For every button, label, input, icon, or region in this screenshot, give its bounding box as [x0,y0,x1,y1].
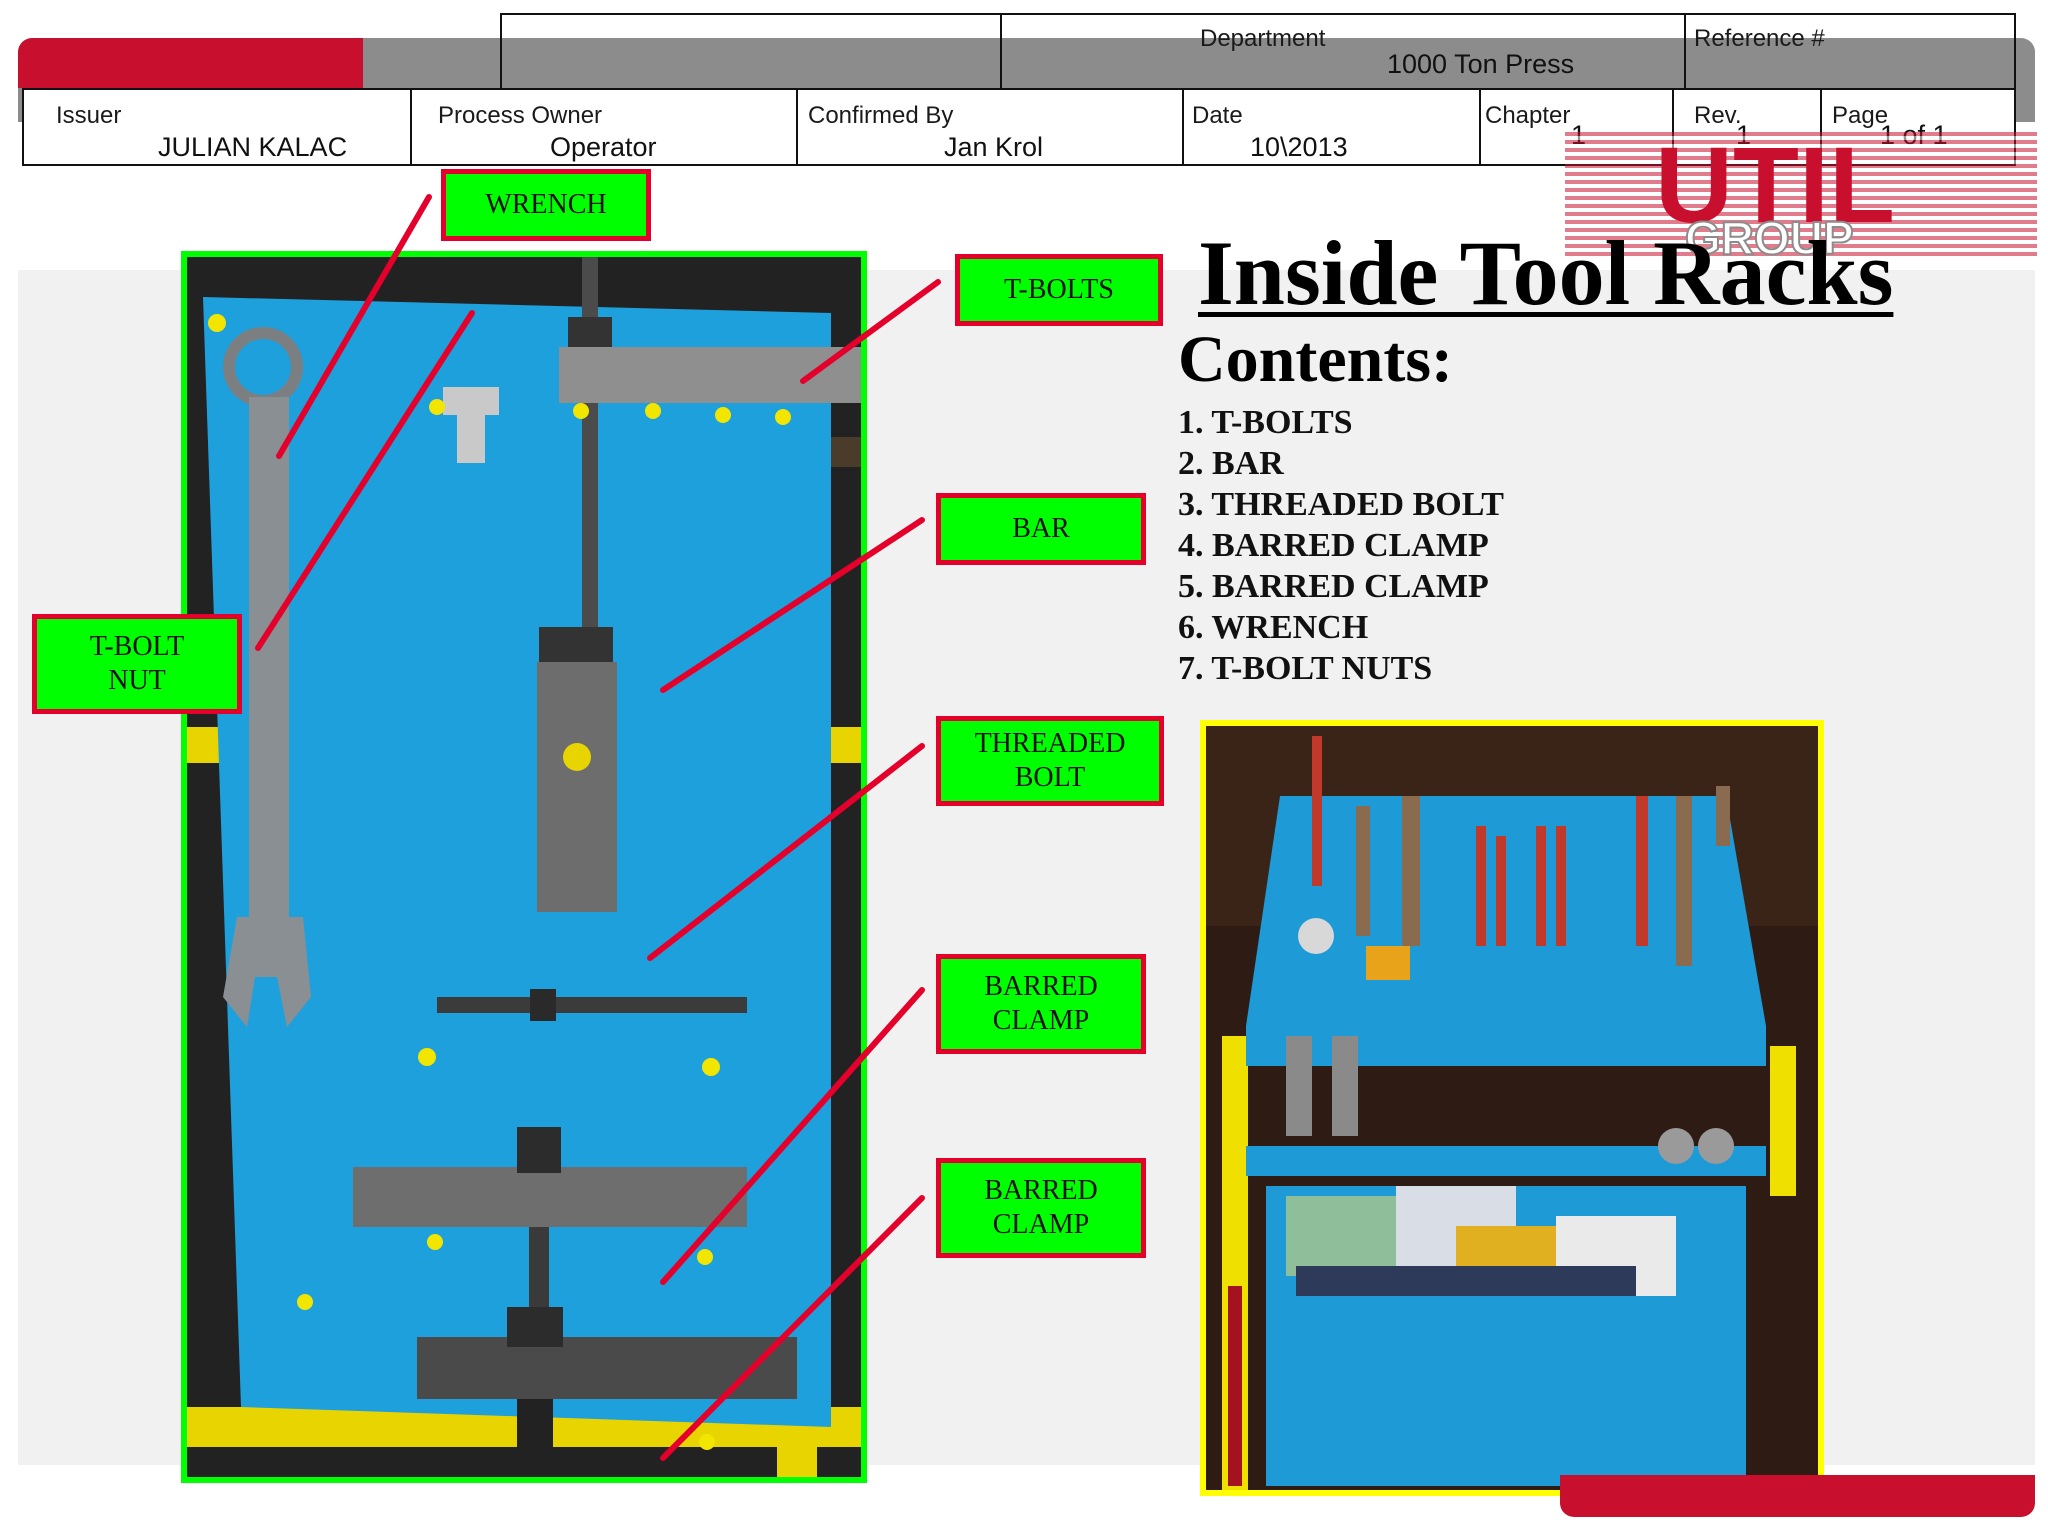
list-item: 2. BAR [1178,445,1284,482]
issuer-value: JULIAN KALAC [158,132,348,162]
date-label: Date [1192,102,1243,129]
issuer-label: Issuer [56,102,122,129]
process-owner-value: Operator [550,132,657,162]
chapter-label: Chapter [1485,102,1571,129]
header-cell-blank-1 [500,13,1002,90]
header-cell-date: Date 10\2013 [1182,88,1481,166]
department-label: Department [1200,25,1326,52]
tool-rack-photo [181,251,867,1483]
header-cell-department: Department 1000 Ton Press [1000,13,1686,90]
header-cell-reference: Reference # [1684,13,2016,90]
bar-icon [537,627,617,912]
rev-label: Rev. [1694,102,1742,129]
barred-clamp-callout-1: BARRED CLAMP [936,954,1146,1054]
confirmed-by-value: Jan Krol [944,132,1044,162]
date-value: 10\2013 [1250,132,1348,162]
process-owner-label: Process Owner [438,102,603,129]
list-item: 4. BARRED CLAMP [1178,527,1489,564]
confirmed-by-label: Confirmed By [808,102,954,129]
wrench-callout: WRENCH [441,169,651,241]
list-item: 1. T-BOLTS [1178,404,1353,441]
blue-board [203,297,831,1427]
list-item: 7. T-BOLT NUTS [1178,650,1433,687]
bar-callout: BAR [936,493,1146,565]
list-item: 3. THREADED BOLT [1178,486,1504,523]
reference-label: Reference # [1694,25,1825,52]
tool-cart-photo [1200,720,1824,1496]
threaded-bolt-callout: THREADED BOLT [936,716,1164,806]
header-cell-issuer: Issuer JULIAN KALAC [22,88,412,166]
contents-heading: Contents: [1178,323,1453,396]
page-title: Inside Tool Racks [1198,222,1894,324]
list-item: 6. WRENCH [1178,609,1369,646]
header-cell-confirmed-by: Confirmed By Jan Krol [796,88,1184,166]
list-item: 5. BARRED CLAMP [1178,568,1489,605]
t-bolts-callout: T-BOLTS [955,254,1163,326]
contents-list: 1. T-BOLTS 2. BAR 3. THREADED BOLT 4. BA… [1178,402,1504,689]
footer-accent [1560,1475,2035,1517]
department-value: 1000 Ton Press [1387,49,1575,79]
t-bolt-nut-callout: T-BOLT NUT [32,614,242,714]
barred-clamp-callout-2: BARRED CLAMP [936,1158,1146,1258]
header-cell-process-owner: Process Owner Operator [410,88,798,166]
